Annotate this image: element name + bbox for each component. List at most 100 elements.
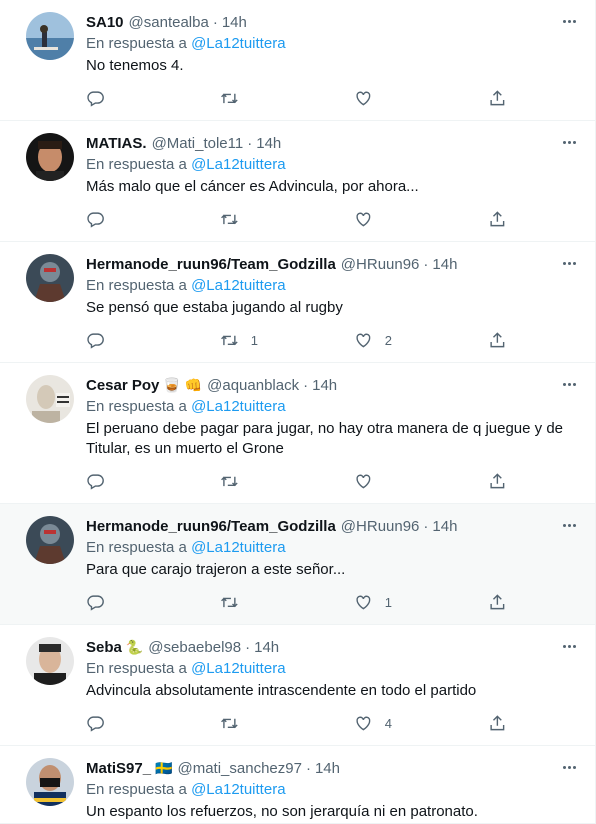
retweet-icon	[221, 718, 238, 728]
like-button[interactable]	[354, 210, 414, 229]
reply-button[interactable]	[86, 472, 146, 491]
display-name[interactable]: MatiS97_	[86, 760, 151, 777]
more-options-icon[interactable]	[559, 14, 579, 28]
reply-context: En respuesta a @La12tuittera	[86, 155, 579, 175]
retweet-button[interactable]	[220, 89, 280, 108]
retweet-button[interactable]	[220, 210, 280, 229]
tweet[interactable]: MatiS97_ 🇸🇪 @mati_sanchez97 · 14h En res…	[0, 746, 595, 824]
reply-mention-link[interactable]: @La12tuittera	[191, 156, 285, 173]
more-options-icon[interactable]	[559, 760, 579, 774]
tweet-header: Hermanode_ruun96/Team_Godzilla @HRuun96 …	[86, 254, 579, 274]
tweet-text: Un espanto los refuerzos, no son jerarqu…	[86, 803, 478, 820]
display-name[interactable]: MATIAS.	[86, 135, 147, 152]
reply-mention-link[interactable]: @La12tuittera	[191, 277, 285, 294]
reply-prefix: En respuesta a	[86, 660, 187, 677]
reply-button[interactable]	[86, 210, 146, 229]
like-button[interactable]: 2	[354, 331, 414, 350]
retweet-button[interactable]	[220, 714, 280, 733]
retweet-button[interactable]	[220, 472, 280, 491]
retweet-icon	[221, 93, 238, 103]
more-options-icon[interactable]	[559, 518, 579, 532]
like-button[interactable]	[354, 89, 414, 108]
reply-button[interactable]	[86, 89, 146, 108]
reply-mention-link[interactable]: @La12tuittera	[191, 539, 285, 556]
reply-context: En respuesta a @La12tuittera	[86, 659, 579, 679]
reply-mention-link[interactable]: @La12tuittera	[191, 660, 285, 677]
tweet-text: Advincula absolutamente intrascendente e…	[86, 682, 477, 699]
tweet[interactable]: Hermanode_ruun96/Team_Godzilla @HRuun96 …	[0, 504, 595, 625]
avatar[interactable]	[26, 254, 74, 302]
avatar[interactable]	[26, 637, 74, 685]
more-options-icon[interactable]	[559, 639, 579, 653]
display-name[interactable]: Hermanode_ruun96/Team_Godzilla	[86, 518, 336, 535]
reply-mention-link[interactable]: @La12tuittera	[191, 398, 285, 415]
more-options-icon[interactable]	[559, 377, 579, 391]
user-handle[interactable]: @santealba	[129, 14, 209, 31]
tweet[interactable]: Hermanode_ruun96/Team_Godzilla @HRuun96 …	[0, 242, 595, 363]
tweet-actions	[86, 471, 508, 491]
reply-context: En respuesta a @La12tuittera	[86, 538, 579, 558]
timestamp[interactable]: 14h	[432, 518, 457, 535]
retweet-icon	[221, 335, 238, 345]
display-name[interactable]: Seba	[86, 639, 122, 656]
avatar[interactable]	[26, 12, 74, 60]
display-name[interactable]: Cesar Poy	[86, 377, 159, 394]
retweet-button[interactable]	[220, 593, 280, 612]
reply-mention-link[interactable]: @La12tuittera	[191, 781, 285, 798]
tweet[interactable]: MATIAS. @Mati_tole11 · 14h En respuesta …	[0, 121, 595, 242]
share-button[interactable]	[488, 210, 508, 229]
timestamp[interactable]: 14h	[256, 135, 281, 152]
share-button[interactable]	[488, 472, 508, 491]
reply-prefix: En respuesta a	[86, 277, 187, 294]
tweet-actions	[86, 209, 508, 229]
reply-prefix: En respuesta a	[86, 156, 187, 173]
like-button[interactable]	[354, 472, 414, 491]
user-handle[interactable]: @mati_sanchez97	[177, 760, 301, 777]
user-handle[interactable]: @Mati_tole11	[152, 135, 244, 152]
share-button[interactable]	[488, 593, 508, 612]
avatar[interactable]	[26, 375, 74, 423]
more-options-icon[interactable]	[559, 256, 579, 270]
tweet[interactable]: SA10 @santealba · 14h En respuesta a @La…	[0, 0, 595, 121]
tweet[interactable]: Cesar Poy 🥃 👊 @aquanblack · 14h En respu…	[0, 363, 595, 504]
timestamp[interactable]: 14h	[312, 377, 337, 394]
reply-mention-link[interactable]: @La12tuittera	[191, 35, 285, 52]
like-count: 4	[384, 715, 392, 731]
tweet-actions	[86, 88, 508, 108]
like-count: 2	[384, 332, 392, 348]
avatar[interactable]	[26, 516, 74, 564]
user-handle[interactable]: @HRuun96	[341, 518, 420, 535]
separator-dot: ·	[212, 13, 218, 31]
tweet-actions: 1 2	[86, 330, 508, 350]
reply-button[interactable]	[86, 714, 146, 733]
user-handle[interactable]: @HRuun96	[341, 256, 420, 273]
reply-button[interactable]	[86, 331, 146, 350]
timestamp[interactable]: 14h	[432, 256, 457, 273]
tweet-header: MATIAS. @Mati_tole11 · 14h	[86, 133, 579, 153]
reply-button[interactable]	[86, 593, 146, 612]
share-button[interactable]	[488, 331, 508, 350]
more-options-icon[interactable]	[559, 135, 579, 149]
share-button[interactable]	[488, 714, 508, 733]
retweet-button[interactable]: 1	[220, 331, 280, 350]
avatar[interactable]	[26, 133, 74, 181]
separator-dot: ·	[423, 517, 429, 535]
timestamp[interactable]: 14h	[222, 14, 247, 31]
share-button[interactable]	[488, 89, 508, 108]
display-name[interactable]: Hermanode_ruun96/Team_Godzilla	[86, 256, 336, 273]
like-button[interactable]: 1	[354, 593, 414, 612]
name-emoji-badge: 🥃 👊	[163, 377, 203, 393]
retweet-count: 1	[250, 332, 258, 348]
timestamp[interactable]: 14h	[254, 639, 279, 656]
user-handle[interactable]: @sebaebel98	[148, 639, 241, 656]
avatar[interactable]	[26, 758, 74, 806]
timestamp[interactable]: 14h	[315, 760, 340, 777]
like-button[interactable]: 4	[354, 714, 414, 733]
display-name[interactable]: SA10	[86, 14, 124, 31]
tweet[interactable]: Seba 🐍 @sebaebel98 · 14h En respuesta a …	[0, 625, 595, 746]
like-count: 1	[384, 594, 392, 610]
heart-icon	[356, 212, 371, 227]
reply-prefix: En respuesta a	[86, 398, 187, 415]
user-handle[interactable]: @aquanblack	[207, 377, 299, 394]
reply-feed: SA10 @santealba · 14h En respuesta a @La…	[0, 0, 596, 824]
